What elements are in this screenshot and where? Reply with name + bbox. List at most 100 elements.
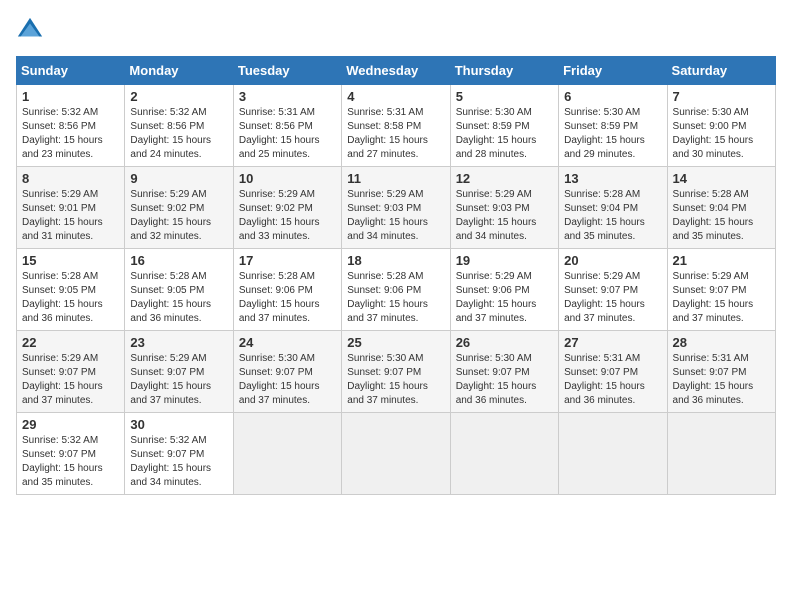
- day-info: Sunrise: 5:30 AM Sunset: 8:59 PM Dayligh…: [564, 106, 661, 162]
- table-cell: 21 Sunrise: 5:29 AM Sunset: 9:07 PM Dayli…: [667, 249, 775, 331]
- day-number: 25: [347, 335, 444, 350]
- day-info: Sunrise: 5:30 AM Sunset: 9:07 PM Dayligh…: [239, 352, 336, 408]
- table-cell: 12Sunrise: 5:29 AM Sunset: 9:03 PM Dayli…: [450, 167, 558, 249]
- table-cell: 4 Sunrise: 5:31 AM Sunset: 8:58 PM Daylig…: [342, 85, 450, 167]
- table-cell: 5 Sunrise: 5:30 AM Sunset: 8:59 PM Daylig…: [450, 85, 558, 167]
- day-number: 15: [22, 253, 119, 268]
- day-info: Sunrise: 5:28 AM Sunset: 9:04 PM Dayligh…: [564, 188, 661, 244]
- day-info: Sunrise: 5:29 AM Sunset: 9:02 PM Dayligh…: [239, 188, 336, 244]
- col-monday: Monday: [125, 57, 233, 85]
- day-info: Sunrise: 5:31 AM Sunset: 9:07 PM Dayligh…: [673, 352, 770, 408]
- table-cell: 9 Sunrise: 5:29 AM Sunset: 9:02 PM Daylig…: [125, 167, 233, 249]
- table-cell: 2 Sunrise: 5:32 AM Sunset: 8:56 PM Daylig…: [125, 85, 233, 167]
- day-number: 11: [347, 171, 444, 186]
- day-number: 21: [673, 253, 770, 268]
- table-cell: 8Sunrise: 5:29 AM Sunset: 9:01 PM Daylig…: [17, 167, 125, 249]
- table-cell: 17 Sunrise: 5:28 AM Sunset: 9:06 PM Dayli…: [233, 249, 341, 331]
- table-cell: 28 Sunrise: 5:31 AM Sunset: 9:07 PM Dayli…: [667, 331, 775, 413]
- table-cell: [450, 413, 558, 495]
- table-cell: 7 Sunrise: 5:30 AM Sunset: 9:00 PM Daylig…: [667, 85, 775, 167]
- day-info: Sunrise: 5:29 AM Sunset: 9:03 PM Dayligh…: [456, 188, 553, 244]
- day-info: Sunrise: 5:28 AM Sunset: 9:05 PM Dayligh…: [130, 270, 227, 326]
- table-cell: 10Sunrise: 5:29 AM Sunset: 9:02 PM Dayli…: [233, 167, 341, 249]
- table-cell: [342, 413, 450, 495]
- day-number: 7: [673, 89, 770, 104]
- day-number: 18: [347, 253, 444, 268]
- day-info: Sunrise: 5:30 AM Sunset: 9:00 PM Dayligh…: [673, 106, 770, 162]
- day-info: Sunrise: 5:32 AM Sunset: 9:07 PM Dayligh…: [22, 434, 119, 490]
- table-cell: 14 Sunrise: 5:28 AM Sunset: 9:04 PM Dayli…: [667, 167, 775, 249]
- day-number: 4: [347, 89, 444, 104]
- table-cell: 19 Sunrise: 5:29 AM Sunset: 9:06 PM Dayli…: [450, 249, 558, 331]
- day-number: 5: [456, 89, 553, 104]
- table-cell: 13 Sunrise: 5:28 AM Sunset: 9:04 PM Dayli…: [559, 167, 667, 249]
- day-number: 22: [22, 335, 119, 350]
- day-info: Sunrise: 5:29 AM Sunset: 9:07 PM Dayligh…: [673, 270, 770, 326]
- page-header: [16, 16, 776, 44]
- table-cell: 27 Sunrise: 5:31 AM Sunset: 9:07 PM Dayli…: [559, 331, 667, 413]
- table-cell: [667, 413, 775, 495]
- day-info: Sunrise: 5:29 AM Sunset: 9:01 PM Dayligh…: [22, 188, 119, 244]
- day-info: Sunrise: 5:31 AM Sunset: 8:58 PM Dayligh…: [347, 106, 444, 162]
- table-cell: 24 Sunrise: 5:30 AM Sunset: 9:07 PM Dayli…: [233, 331, 341, 413]
- day-info: Sunrise: 5:32 AM Sunset: 8:56 PM Dayligh…: [22, 106, 119, 162]
- day-info: Sunrise: 5:28 AM Sunset: 9:06 PM Dayligh…: [239, 270, 336, 326]
- day-info: Sunrise: 5:29 AM Sunset: 9:07 PM Dayligh…: [130, 352, 227, 408]
- day-number: 16: [130, 253, 227, 268]
- day-number: 9: [130, 171, 227, 186]
- table-cell: 30 Sunrise: 5:32 AM Sunset: 9:07 PM Dayli…: [125, 413, 233, 495]
- col-wednesday: Wednesday: [342, 57, 450, 85]
- day-info: Sunrise: 5:30 AM Sunset: 8:59 PM Dayligh…: [456, 106, 553, 162]
- day-info: Sunrise: 5:31 AM Sunset: 9:07 PM Dayligh…: [564, 352, 661, 408]
- col-thursday: Thursday: [450, 57, 558, 85]
- day-info: Sunrise: 5:29 AM Sunset: 9:02 PM Dayligh…: [130, 188, 227, 244]
- day-number: 27: [564, 335, 661, 350]
- day-number: 14: [673, 171, 770, 186]
- day-number: 24: [239, 335, 336, 350]
- col-friday: Friday: [559, 57, 667, 85]
- day-info: Sunrise: 5:28 AM Sunset: 9:06 PM Dayligh…: [347, 270, 444, 326]
- logo: [16, 16, 48, 44]
- day-number: 2: [130, 89, 227, 104]
- day-number: 17: [239, 253, 336, 268]
- day-info: Sunrise: 5:29 AM Sunset: 9:07 PM Dayligh…: [564, 270, 661, 326]
- day-info: Sunrise: 5:29 AM Sunset: 9:03 PM Dayligh…: [347, 188, 444, 244]
- day-info: Sunrise: 5:31 AM Sunset: 8:56 PM Dayligh…: [239, 106, 336, 162]
- table-cell: 22 Sunrise: 5:29 AM Sunset: 9:07 PM Dayli…: [17, 331, 125, 413]
- calendar-header-row: Sunday Monday Tuesday Wednesday Thursday…: [17, 57, 776, 85]
- table-cell: 3 Sunrise: 5:31 AM Sunset: 8:56 PM Daylig…: [233, 85, 341, 167]
- day-number: 28: [673, 335, 770, 350]
- day-info: Sunrise: 5:28 AM Sunset: 9:04 PM Dayligh…: [673, 188, 770, 244]
- table-cell: 26Sunrise: 5:30 AM Sunset: 9:07 PM Dayli…: [450, 331, 558, 413]
- logo-icon: [16, 16, 44, 44]
- table-cell: [233, 413, 341, 495]
- calendar-week-1: 1Sunrise: 5:32 AM Sunset: 8:56 PM Daylig…: [17, 85, 776, 167]
- calendar-week-4: 22 Sunrise: 5:29 AM Sunset: 9:07 PM Dayli…: [17, 331, 776, 413]
- table-cell: 16 Sunrise: 5:28 AM Sunset: 9:05 PM Dayli…: [125, 249, 233, 331]
- table-cell: 6Sunrise: 5:30 AM Sunset: 8:59 PM Daylig…: [559, 85, 667, 167]
- col-tuesday: Tuesday: [233, 57, 341, 85]
- table-cell: 11 Sunrise: 5:29 AM Sunset: 9:03 PM Dayli…: [342, 167, 450, 249]
- table-cell: 29 Sunrise: 5:32 AM Sunset: 9:07 PM Dayli…: [17, 413, 125, 495]
- calendar-week-5: 29 Sunrise: 5:32 AM Sunset: 9:07 PM Dayli…: [17, 413, 776, 495]
- day-number: 29: [22, 417, 119, 432]
- day-info: Sunrise: 5:30 AM Sunset: 9:07 PM Dayligh…: [347, 352, 444, 408]
- calendar-week-3: 15 Sunrise: 5:28 AM Sunset: 9:05 PM Dayli…: [17, 249, 776, 331]
- day-number: 13: [564, 171, 661, 186]
- day-number: 3: [239, 89, 336, 104]
- table-cell: 23Sunrise: 5:29 AM Sunset: 9:07 PM Dayli…: [125, 331, 233, 413]
- day-info: Sunrise: 5:28 AM Sunset: 9:05 PM Dayligh…: [22, 270, 119, 326]
- day-info: Sunrise: 5:32 AM Sunset: 8:56 PM Dayligh…: [130, 106, 227, 162]
- table-cell: 1Sunrise: 5:32 AM Sunset: 8:56 PM Daylig…: [17, 85, 125, 167]
- day-number: 26: [456, 335, 553, 350]
- day-info: Sunrise: 5:32 AM Sunset: 9:07 PM Dayligh…: [130, 434, 227, 490]
- table-cell: [559, 413, 667, 495]
- table-cell: 20 Sunrise: 5:29 AM Sunset: 9:07 PM Dayli…: [559, 249, 667, 331]
- day-number: 30: [130, 417, 227, 432]
- day-number: 20: [564, 253, 661, 268]
- day-info: Sunrise: 5:29 AM Sunset: 9:06 PM Dayligh…: [456, 270, 553, 326]
- day-number: 19: [456, 253, 553, 268]
- day-info: Sunrise: 5:29 AM Sunset: 9:07 PM Dayligh…: [22, 352, 119, 408]
- calendar-table: Sunday Monday Tuesday Wednesday Thursday…: [16, 56, 776, 495]
- col-sunday: Sunday: [17, 57, 125, 85]
